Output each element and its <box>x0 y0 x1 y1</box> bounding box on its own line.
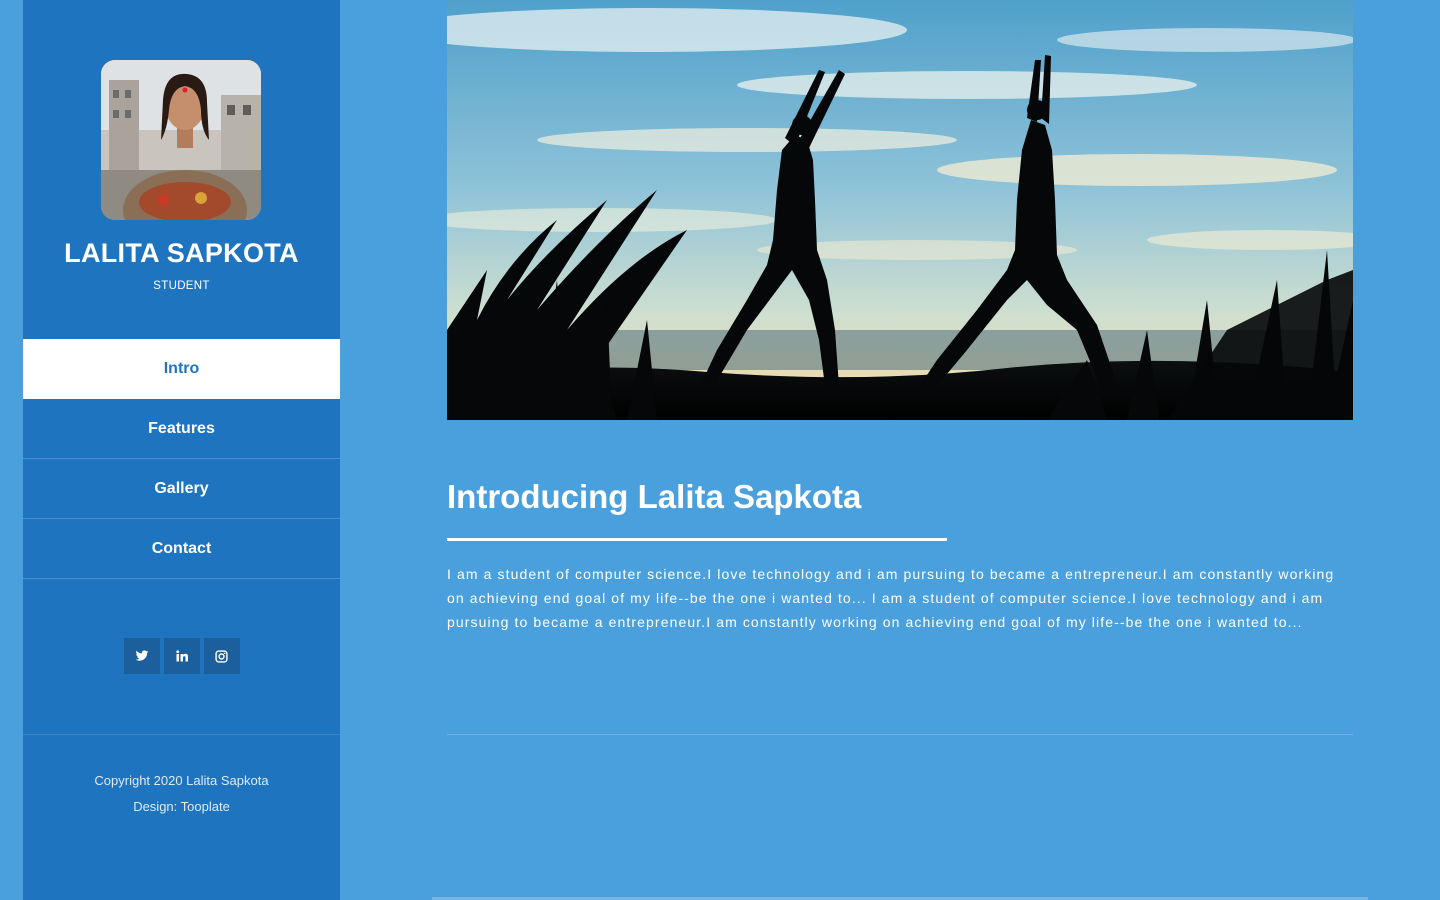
sidebar-divider <box>23 734 340 735</box>
site-name: LALITA SAPKOTA <box>64 238 299 268</box>
design-credit-prefix: Design: <box>133 799 181 814</box>
nav-item-features[interactable]: Features <box>23 399 340 459</box>
main-nav: Intro Features Gallery Contact <box>23 339 340 579</box>
instagram-button[interactable] <box>203 638 240 674</box>
twitter-button[interactable] <box>123 638 160 674</box>
avatar <box>101 60 261 220</box>
linkedin-button[interactable] <box>163 638 200 674</box>
sidebar: LALITA SAPKOTA STUDENT Intro Features Ga… <box>23 0 340 900</box>
hero-image <box>447 0 1353 420</box>
copyright-text: Copyright 2020 Lalita Sapkota <box>94 773 269 788</box>
tooplate-link[interactable]: Tooplate <box>181 799 230 814</box>
copyright-block: Copyright 2020 Lalita Sapkota Design: To… <box>23 768 340 820</box>
nav-item-intro[interactable]: Intro <box>23 339 340 399</box>
design-credit: Design: Tooplate <box>23 794 340 820</box>
page-title: Introducing Lalita Sapkota <box>447 478 862 515</box>
linkedin-icon <box>175 650 188 662</box>
title-underline <box>447 538 947 541</box>
nav-item-contact[interactable]: Contact <box>23 519 340 579</box>
yoga-silhouette-photo <box>447 0 1353 420</box>
instagram-icon <box>215 649 228 663</box>
nav-item-gallery[interactable]: Gallery <box>23 459 340 519</box>
intro-paragraph: I am a student of computer science.I lov… <box>447 566 1335 630</box>
social-links <box>23 638 340 674</box>
content-divider <box>447 734 1353 735</box>
twitter-icon <box>135 650 148 661</box>
site-role: STUDENT <box>153 280 210 292</box>
profile-photo <box>101 60 261 220</box>
